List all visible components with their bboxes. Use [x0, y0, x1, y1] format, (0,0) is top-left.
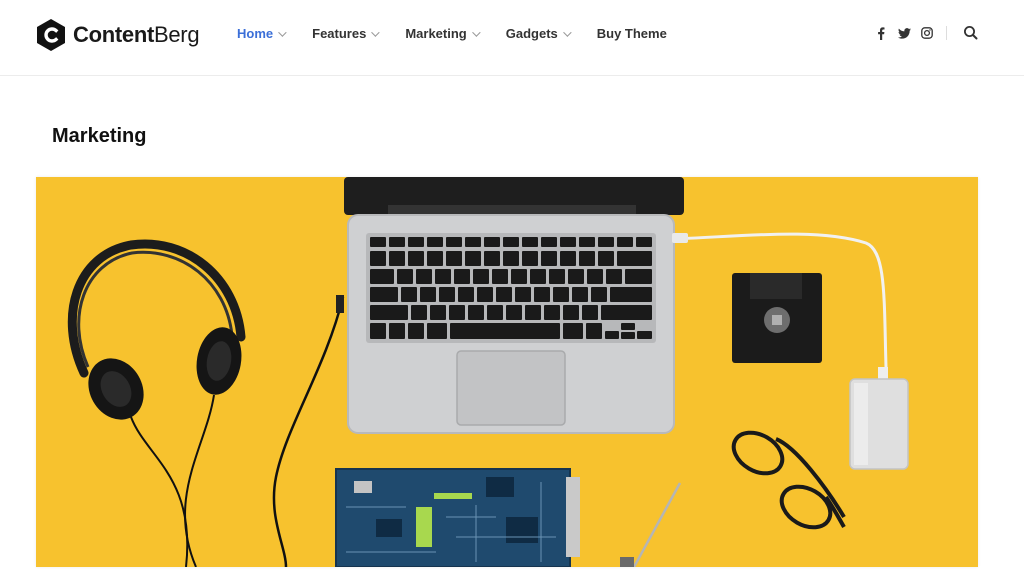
nav-item-buy-theme[interactable]: Buy Theme: [597, 26, 667, 41]
twitter-icon[interactable]: [895, 24, 913, 42]
main-nav: Home Features Marketing Gadgets Buy Them…: [237, 26, 695, 41]
chevron-down-icon: [371, 27, 380, 37]
hero-illustration: [36, 177, 978, 567]
nav-item-label: Gadgets: [505, 26, 558, 41]
hero-image[interactable]: [36, 177, 978, 567]
nav-item-label: Buy Theme: [596, 26, 667, 41]
nav-item-label: Marketing: [405, 26, 467, 41]
logo-text-light: Berg: [154, 22, 200, 47]
chevron-down-icon: [278, 27, 287, 37]
site-logo[interactable]: ContentBerg: [35, 18, 200, 52]
logo-text: ContentBerg: [73, 22, 200, 48]
site-header: ContentBerg Home Features Marketing Gadg…: [0, 0, 1024, 76]
nav-item-label: Home: [237, 26, 274, 41]
nav-item-features[interactable]: Features: [312, 26, 380, 41]
facebook-icon[interactable]: [872, 24, 890, 42]
nav-item-home[interactable]: Home: [237, 26, 287, 41]
page-title: Marketing: [52, 125, 147, 147]
header-divider: [946, 26, 947, 40]
nav-item-gadgets[interactable]: Gadgets: [505, 26, 572, 41]
search-icon[interactable]: [962, 24, 980, 42]
circuit-board-image: [335, 468, 580, 567]
logo-hexagon-icon: [37, 19, 65, 51]
chevron-down-icon: [471, 27, 481, 37]
instagram-icon[interactable]: [918, 24, 936, 42]
power-bank-image: [849, 367, 909, 470]
nav-item-marketing[interactable]: Marketing: [405, 26, 481, 41]
nav-item-label: Features: [312, 26, 367, 41]
floppy-disk-image: [732, 273, 822, 363]
logo-text-bold: Content: [73, 22, 154, 47]
chevron-down-icon: [562, 27, 572, 37]
social-links: [872, 24, 941, 42]
